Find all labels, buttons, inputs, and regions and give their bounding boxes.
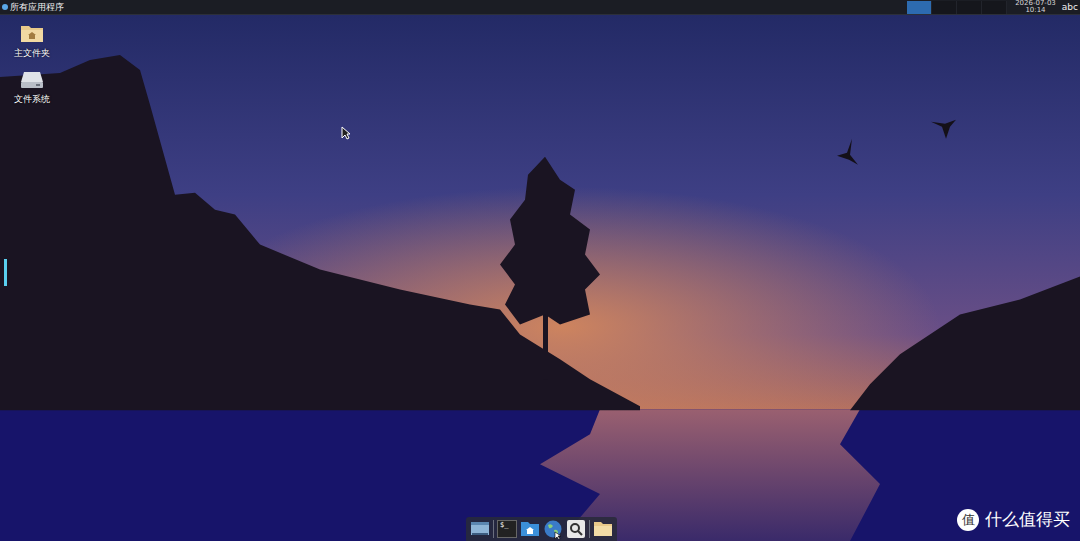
workspace[interactable] — [957, 1, 982, 14]
folder-icon — [593, 519, 613, 539]
terminal-icon: $_ — [497, 520, 517, 538]
screen: 所有应用程序 2026-07-0310:14 abc 主文件夹文件系统 $_ 值什么值得买 — [0, 0, 1080, 541]
dock-item[interactable] — [520, 519, 540, 539]
globe-icon — [543, 519, 563, 539]
cursor-icon — [341, 126, 351, 140]
drive-icon — [20, 69, 44, 89]
dock-separator — [589, 520, 590, 538]
workspace[interactable] — [907, 1, 932, 14]
watermark: 值什么值得买 — [957, 508, 1070, 531]
wallpaper — [0, 15, 1080, 541]
edge-indicator — [4, 259, 7, 286]
input-method[interactable]: abc — [1062, 1, 1078, 13]
workspace[interactable] — [982, 1, 1007, 14]
search-icon — [566, 519, 586, 539]
desktop-icon[interactable]: 主文件夹 — [6, 23, 58, 59]
dock: $_ — [466, 517, 617, 541]
clock[interactable]: 2026-07-0310:14 — [1015, 0, 1056, 14]
desktop: 主文件夹文件系统 $_ 值什么值得买 — [0, 15, 1080, 541]
workspace-switcher — [907, 1, 1007, 14]
show-desktop-icon — [470, 519, 490, 539]
watermark-logo: 值 — [957, 509, 979, 531]
dock-item[interactable] — [593, 519, 613, 539]
applications-menu[interactable]: 所有应用程序 — [2, 1, 64, 13]
top-panel: 所有应用程序 2026-07-0310:14 abc — [0, 0, 1080, 15]
dock-item[interactable] — [470, 519, 490, 539]
dock-item[interactable]: $_ — [497, 519, 517, 539]
desktop-icons: 主文件夹文件系统 — [6, 23, 58, 105]
dock-separator — [493, 520, 494, 538]
workspace[interactable] — [932, 1, 957, 14]
dock-item[interactable] — [566, 519, 586, 539]
menu-icon — [2, 4, 8, 10]
home-folder-icon — [520, 519, 540, 539]
dock-item[interactable] — [543, 519, 563, 539]
home-folder-icon — [20, 23, 44, 43]
desktop-icon[interactable]: 文件系统 — [6, 69, 58, 105]
